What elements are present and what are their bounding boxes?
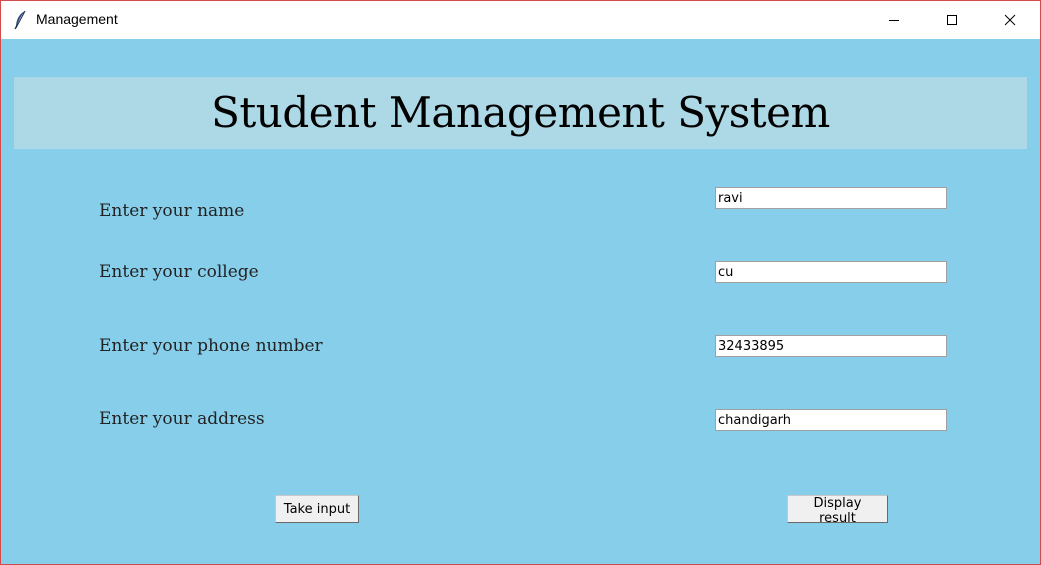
window-title: Management [36, 11, 118, 27]
college-input[interactable] [715, 261, 947, 283]
minimize-button[interactable] [865, 1, 923, 39]
title-bar[interactable]: Management [1, 1, 1040, 39]
heading-banner: Student Management System [14, 77, 1027, 149]
phone-label: Enter your phone number [99, 336, 323, 356]
name-input[interactable] [715, 187, 947, 209]
close-button[interactable] [981, 1, 1039, 39]
close-icon [1004, 11, 1016, 30]
name-label: Enter your name [99, 201, 245, 221]
take-input-button[interactable]: Take input [275, 495, 359, 523]
client-area: Student Management System Enter your nam… [1, 39, 1040, 564]
feather-icon [13, 10, 27, 30]
app-window: Management Student Management System Ent… [0, 0, 1041, 565]
maximize-button[interactable] [923, 1, 981, 39]
address-input[interactable] [715, 409, 947, 431]
address-label: Enter your address [99, 409, 265, 429]
college-label: Enter your college [99, 262, 259, 282]
page-title: Student Management System [211, 88, 830, 137]
maximize-icon [946, 11, 958, 30]
minimize-icon [888, 11, 900, 30]
display-result-button[interactable]: Display result [787, 495, 888, 526]
phone-input[interactable] [715, 335, 947, 357]
